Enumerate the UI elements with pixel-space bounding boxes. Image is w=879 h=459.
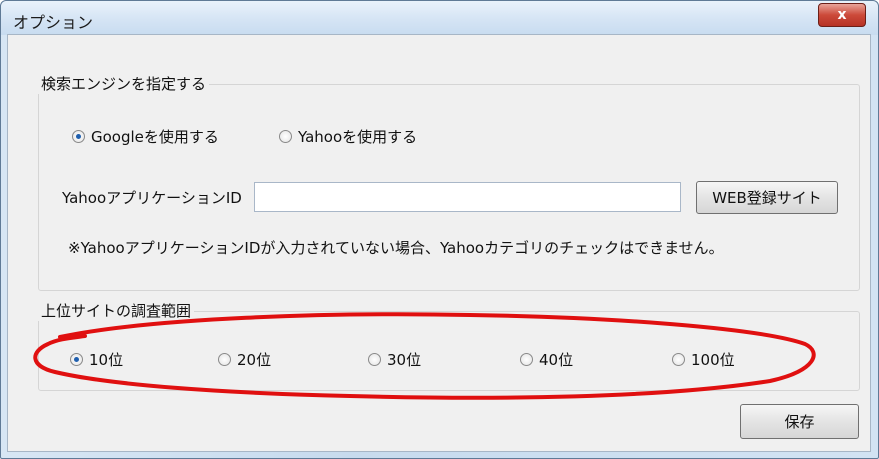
save-button-label: 保存	[784, 413, 815, 431]
save-button[interactable]: 保存	[740, 404, 859, 439]
annotation-ellipse	[33, 312, 816, 400]
annotation-ellipse-stroke	[33, 312, 816, 400]
